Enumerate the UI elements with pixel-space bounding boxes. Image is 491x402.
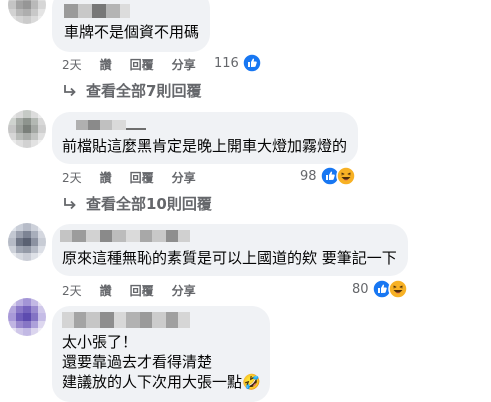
comment-timestamp[interactable]: 2天 (62, 169, 82, 186)
reaction-count: 98 (300, 168, 317, 184)
comment-text: 原來這種無恥的素質是可以上國道的欸 要筆記一下 (62, 249, 397, 267)
like-icon (242, 53, 262, 73)
comment-text: 車牌不是個資不用碼 (64, 23, 200, 41)
commenter-name[interactable] (76, 120, 146, 130)
commenter-name[interactable] (62, 312, 190, 328)
like-button[interactable]: 讚 (100, 282, 112, 299)
comment-actions: 2天 讚 回覆 分享 (62, 282, 196, 299)
comment-actions: 2天 讚 回覆 分享 (62, 169, 196, 186)
reply-button[interactable]: 回覆 (130, 56, 154, 73)
comment-text-line: 建議放的人下次用大張一點🤣 (62, 373, 261, 391)
comment-text-line: 太小張了！ (62, 333, 138, 351)
comment-bubble: 原來這種無恥的素質是可以上國道的欸 要筆記一下 (52, 224, 408, 276)
comment-timestamp[interactable]: 2天 (62, 282, 82, 299)
reply-arrow-icon (64, 197, 76, 209)
commenter-avatar[interactable] (8, 0, 46, 24)
view-replies-label: 查看全部7則回覆 (86, 82, 202, 100)
reaction-count: 116 (214, 55, 239, 71)
reaction-count: 80 (352, 281, 369, 297)
share-button[interactable]: 分享 (172, 56, 196, 73)
reaction-summary[interactable]: 80 (352, 279, 408, 299)
reply-button[interactable]: 回覆 (130, 169, 154, 186)
comment-bubble: 太小張了！ 還要靠過去才看得清楚 建議放的人下次用大張一點🤣 (52, 306, 270, 402)
commenter-name[interactable] (64, 4, 130, 18)
haha-icon (387, 279, 408, 299)
share-button[interactable]: 分享 (172, 169, 196, 186)
commenter-avatar[interactable] (8, 298, 46, 336)
comment-timestamp[interactable]: 2天 (62, 56, 82, 73)
commenter-avatar[interactable] (8, 223, 46, 261)
share-button[interactable]: 分享 (172, 282, 196, 299)
view-replies-label: 查看全部10則回覆 (86, 195, 212, 213)
commenter-avatar[interactable] (8, 110, 46, 148)
view-replies-link[interactable]: 查看全部7則回覆 (62, 80, 201, 101)
reply-arrow-icon (64, 84, 76, 96)
like-button[interactable]: 讚 (100, 56, 112, 73)
comment-text-line: 還要靠過去才看得清楚 (62, 353, 213, 371)
reaction-summary[interactable]: 116 (214, 53, 262, 73)
reply-button[interactable]: 回覆 (130, 282, 154, 299)
haha-icon (335, 166, 356, 186)
like-button[interactable]: 讚 (100, 169, 112, 186)
reaction-summary[interactable]: 98 (300, 166, 356, 186)
commenter-name[interactable] (60, 230, 190, 242)
comment-bubble: 前檔貼這麼黑肯定是晚上開車大燈加霧燈的 (52, 112, 358, 164)
view-replies-link[interactable]: 查看全部10則回覆 (62, 193, 212, 214)
comment-bubble: 車牌不是個資不用碼 (52, 0, 210, 52)
comment-text: 前檔貼這麼黑肯定是晚上開車大燈加霧燈的 (62, 137, 348, 155)
comment-actions: 2天 讚 回覆 分享 (62, 56, 196, 73)
